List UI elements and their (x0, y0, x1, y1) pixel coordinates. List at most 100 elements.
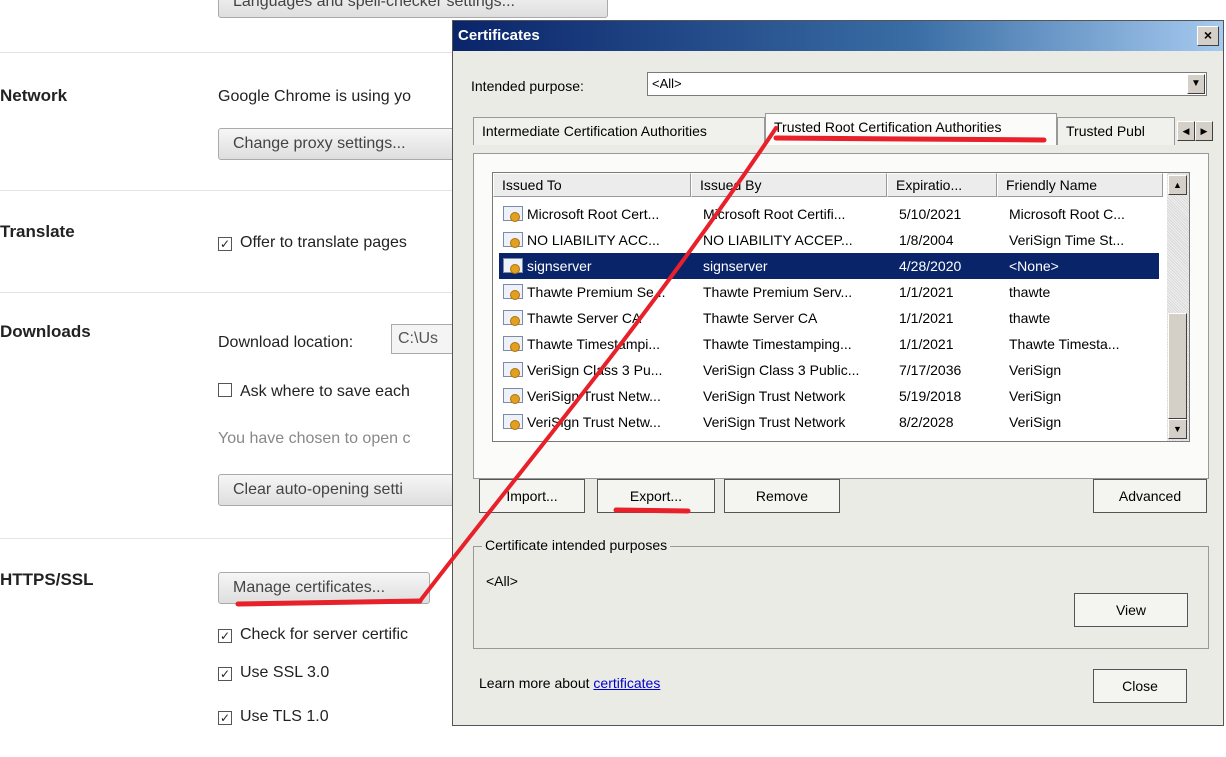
cell-expiration: 4/28/2020 (899, 258, 962, 274)
column-friendly-name[interactable]: Friendly Name (997, 173, 1163, 197)
cell-issued-to: Thawte Timestampi... (527, 336, 661, 352)
scroll-up-icon[interactable]: ▲ (1168, 175, 1187, 195)
cell-issued-by: Thawte Timestamping... (703, 336, 852, 352)
cell-friendly-name: <None> (1009, 258, 1059, 274)
auto-open-text: You have chosen to open c (218, 430, 411, 447)
languages-settings-button[interactable]: Languages and spell-checker settings... (218, 0, 608, 18)
table-row[interactable]: VeriSign Trust Netw... VeriSign Trust Ne… (499, 383, 1159, 409)
scrollbar-thumb[interactable] (1168, 313, 1187, 419)
table-row[interactable]: Microsoft Root Cert... Microsoft Root Ce… (499, 201, 1159, 227)
cell-issued-to: Microsoft Root Cert... (527, 206, 660, 222)
tab-intermediate-ca[interactable]: Intermediate Certification Authorities (473, 117, 765, 145)
table-row[interactable]: VeriSign Class 3 Pu... VeriSign Class 3 … (499, 357, 1159, 383)
cell-expiration: 1/1/2021 (899, 336, 954, 352)
tab-trusted-publishers[interactable]: Trusted Publ (1057, 117, 1175, 145)
download-location-input[interactable]: C:\Us (391, 324, 457, 354)
table-row[interactable]: Thawte Server CA Thawte Server CA 1/1/20… (499, 305, 1159, 331)
table-row-selected[interactable]: signserver signserver 4/28/2020 <None> (499, 253, 1159, 279)
remove-button[interactable]: Remove (724, 479, 840, 513)
check-revocation-checkbox[interactable]: ✓ Check for server certific (218, 626, 408, 644)
certificate-icon (503, 206, 523, 222)
close-button[interactable]: Close (1093, 669, 1187, 703)
table-row[interactable]: Thawte Premium Se... Thawte Premium Serv… (499, 279, 1159, 305)
ask-where-to-save-checkbox[interactable]: Ask where to save each (218, 382, 410, 401)
cell-expiration: 7/17/2036 (899, 362, 962, 378)
cell-issued-by: VeriSign Trust Network (703, 388, 846, 404)
certificates-link[interactable]: certificates (593, 675, 660, 691)
certificate-icon (503, 284, 523, 300)
download-location-label: Download location: (218, 334, 354, 351)
cell-issued-to: VeriSign Trust Netw... (527, 414, 661, 430)
scroll-down-icon[interactable]: ▼ (1168, 419, 1187, 439)
clear-auto-opening-button[interactable]: Clear auto-opening setti (218, 474, 458, 506)
checkbox-checked-icon: ✓ (218, 237, 232, 251)
intended-purpose-select[interactable]: <All> ▼ (647, 72, 1207, 96)
intended-purposes-value: <All> (486, 573, 518, 589)
network-section-title: Network (0, 86, 68, 105)
cell-friendly-name: VeriSign (1009, 414, 1062, 430)
tab-scroll-right-icon[interactable]: ▶ (1195, 121, 1213, 141)
cell-issued-by: Microsoft Root Certifi... (703, 206, 846, 222)
view-button[interactable]: View (1074, 593, 1188, 627)
cell-issued-by: NO LIABILITY ACCEP... (703, 232, 853, 248)
import-button[interactable]: Import... (479, 479, 585, 513)
cell-issued-to: NO LIABILITY ACC... (527, 232, 660, 248)
checkbox-unchecked-icon (218, 383, 232, 397)
translate-section-title: Translate (0, 222, 75, 241)
cell-issued-by: VeriSign Class 3 Public... (703, 362, 860, 378)
table-row[interactable]: VeriSign Trust Netw... VeriSign Trust Ne… (499, 409, 1159, 435)
learn-more-text: Learn more about certificates (479, 675, 661, 691)
cell-issued-by: VeriSign Trust Network (703, 414, 846, 430)
manage-certificates-button[interactable]: Manage certificates... (218, 572, 430, 604)
checkbox-checked-icon: ✓ (218, 711, 232, 725)
intended-purposes-group: Certificate intended purposes <All> View (473, 537, 1209, 649)
tab-scroll-left-icon[interactable]: ◀ (1177, 121, 1195, 141)
cell-issued-by: Thawte Premium Serv... (703, 284, 853, 300)
close-icon[interactable]: × (1197, 26, 1219, 46)
cell-issued-to: VeriSign Class 3 Pu... (527, 362, 663, 378)
certificate-icon (503, 388, 523, 404)
cell-issued-to: VeriSign Trust Netw... (527, 388, 661, 404)
divider (0, 52, 452, 53)
certificate-icon (503, 336, 523, 352)
certificate-icon (503, 258, 523, 274)
https-section-title: HTTPS/SSL (0, 570, 94, 589)
chevron-down-icon[interactable]: ▼ (1187, 74, 1205, 94)
list-scrollbar[interactable]: ▲ ▼ (1167, 173, 1189, 441)
cell-issued-to: signserver (527, 258, 592, 274)
certificate-list[interactable]: Issued To Issued By Expiratio... Friendl… (492, 172, 1190, 442)
cell-expiration: 1/1/2021 (899, 310, 954, 326)
use-ssl3-checkbox[interactable]: ✓ Use SSL 3.0 (218, 664, 329, 682)
cell-friendly-name: Thawte Timesta... (1009, 336, 1120, 352)
intended-purpose-label: Intended purpose: (471, 78, 584, 94)
cell-expiration: 1/1/2021 (899, 284, 954, 300)
certificate-icon (503, 414, 523, 430)
column-issued-to[interactable]: Issued To (493, 173, 691, 197)
cell-issued-to: Thawte Server CA (527, 310, 642, 326)
intended-purpose-value: <All> (652, 76, 682, 91)
table-row[interactable]: Thawte Timestampi... Thawte Timestamping… (499, 331, 1159, 357)
change-proxy-button[interactable]: Change proxy settings... (218, 128, 458, 160)
divider (0, 190, 452, 191)
checkbox-checked-icon: ✓ (218, 667, 232, 681)
export-button[interactable]: Export... (597, 479, 715, 513)
network-description: Google Chrome is using yo (218, 88, 411, 105)
cell-expiration: 1/8/2004 (899, 232, 954, 248)
use-tls1-checkbox[interactable]: ✓ Use TLS 1.0 (218, 708, 329, 726)
column-issued-by[interactable]: Issued By (691, 173, 887, 197)
certificate-icon (503, 310, 523, 326)
checkbox-checked-icon: ✓ (218, 629, 232, 643)
group-title: Certificate intended purposes (482, 537, 671, 553)
table-row[interactable]: NO LIABILITY ACC... NO LIABILITY ACCEP..… (499, 227, 1159, 253)
dialog-titlebar[interactable]: Certificates × (453, 21, 1223, 51)
cell-expiration: 5/10/2021 (899, 206, 962, 222)
cell-friendly-name: thawte (1009, 284, 1051, 300)
tab-trusted-root-ca[interactable]: Trusted Root Certification Authorities (765, 113, 1057, 145)
cell-issued-by: Thawte Server CA (703, 310, 818, 326)
cell-friendly-name: thawte (1009, 310, 1051, 326)
offer-translate-checkbox[interactable]: ✓ Offer to translate pages (218, 234, 407, 252)
certificate-icon (503, 232, 523, 248)
column-expiration[interactable]: Expiratio... (887, 173, 997, 197)
advanced-button[interactable]: Advanced (1093, 479, 1207, 513)
cell-issued-by: signserver (703, 258, 768, 274)
